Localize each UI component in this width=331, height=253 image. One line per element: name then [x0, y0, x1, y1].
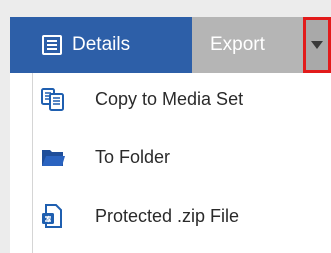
details-button[interactable]: Details [42, 17, 130, 73]
details-list-icon [42, 35, 62, 55]
export-label: Export [210, 34, 265, 55]
toolbar: Details Export [10, 17, 331, 73]
export-dropdown-toggle[interactable] [303, 17, 331, 73]
export-menu: Copy to Media Set To Folder Protected .z… [10, 73, 331, 253]
details-label: Details [72, 34, 131, 55]
menu-item-label: Copy to Media Set [95, 88, 244, 109]
menu-item-to-folder[interactable]: To Folder [10, 131, 331, 183]
menu-item-copy-to-media-set[interactable]: Copy to Media Set [10, 73, 331, 125]
copy-icon [41, 88, 64, 111]
chevron-down-icon [311, 41, 323, 49]
folder-icon [42, 150, 65, 166]
export-button[interactable]: Export [192, 17, 303, 73]
zip-file-icon [42, 204, 62, 228]
menu-item-label: Protected .zip File [95, 205, 240, 226]
menu-item-protected-zip-file[interactable]: Protected .zip File [10, 190, 331, 242]
menu-item-label: To Folder [95, 146, 171, 167]
